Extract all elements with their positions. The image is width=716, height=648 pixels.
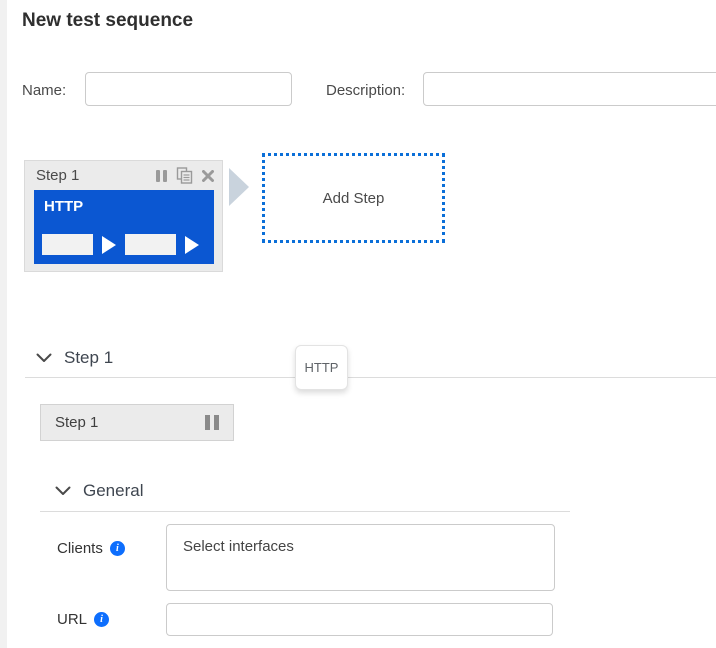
protocol-label: HTTP bbox=[44, 198, 84, 215]
http-badge-label: HTTP bbox=[304, 360, 339, 375]
add-step-label: Add Step bbox=[322, 189, 385, 207]
general-section-title: General bbox=[83, 481, 144, 500]
step-card[interactable]: Step 1 HTTP bbox=[24, 160, 223, 272]
clients-label-row: Clients i bbox=[57, 540, 125, 557]
chevron-down-icon bbox=[36, 353, 52, 363]
pause-icon[interactable] bbox=[205, 415, 219, 430]
general-section-toggle[interactable]: General bbox=[55, 481, 143, 501]
response-slot bbox=[125, 234, 176, 255]
play-icon bbox=[102, 235, 116, 254]
info-icon[interactable]: i bbox=[94, 612, 110, 627]
url-input[interactable] bbox=[166, 603, 553, 636]
step-card-actions bbox=[156, 167, 214, 184]
protocol-block[interactable]: HTTP bbox=[34, 190, 214, 264]
step-section-divider bbox=[25, 377, 716, 378]
pause-icon[interactable] bbox=[156, 169, 167, 182]
url-label: URL bbox=[57, 611, 88, 628]
request-slot bbox=[42, 234, 93, 255]
step-bar[interactable]: Step 1 bbox=[40, 404, 234, 441]
request-response-row bbox=[34, 234, 214, 255]
clients-label: Clients bbox=[57, 540, 103, 557]
description-label: Description: bbox=[326, 82, 406, 99]
step-section-title: Step 1 bbox=[64, 348, 114, 367]
add-step-button[interactable]: Add Step bbox=[262, 153, 445, 243]
copy-icon[interactable] bbox=[176, 167, 193, 184]
close-icon[interactable] bbox=[202, 169, 214, 182]
step-card-header: Step 1 bbox=[25, 161, 222, 190]
general-section-divider bbox=[40, 511, 570, 512]
left-gutter bbox=[0, 0, 7, 648]
url-label-row: URL i bbox=[57, 611, 110, 628]
clients-placeholder: Select interfaces bbox=[183, 538, 294, 555]
play-icon bbox=[185, 235, 199, 254]
step-card-title: Step 1 bbox=[36, 167, 80, 184]
http-drag-badge[interactable]: HTTP bbox=[295, 345, 348, 390]
new-test-sequence-page: New test sequence Name: Description: Ste… bbox=[0, 0, 716, 648]
name-input[interactable] bbox=[85, 72, 292, 106]
name-label: Name: bbox=[22, 82, 67, 99]
step-section-toggle[interactable]: Step 1 bbox=[36, 348, 113, 368]
step-bar-label: Step 1 bbox=[55, 414, 99, 431]
clients-select[interactable]: Select interfaces bbox=[166, 524, 555, 591]
page-title: New test sequence bbox=[22, 10, 194, 31]
chevron-down-icon bbox=[55, 486, 71, 496]
flow-arrow-icon bbox=[229, 168, 249, 206]
description-input[interactable] bbox=[423, 72, 716, 106]
info-icon[interactable]: i bbox=[109, 541, 125, 556]
